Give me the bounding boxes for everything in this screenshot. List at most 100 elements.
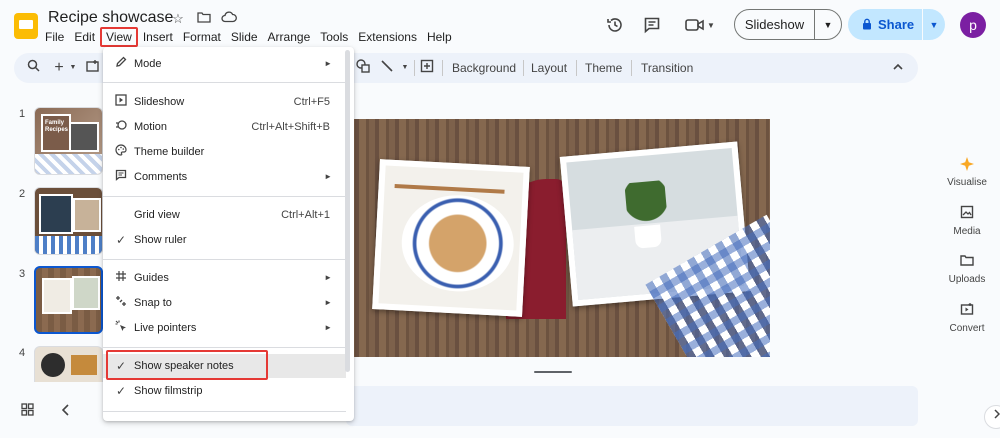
slideshow-button[interactable]: Slideshow ▼ [734,9,842,40]
document-title[interactable]: Recipe showcase [48,9,173,27]
layout-button[interactable]: Layout [531,60,567,76]
menu-item-guides[interactable]: Guides ► [103,266,346,290]
menu-slide[interactable]: Slide [226,29,263,45]
background-button[interactable]: Background [452,60,516,76]
grid-view-icon[interactable] [21,403,34,419]
hide-filmstrip-icon[interactable] [61,403,70,419]
menu-item-label: Comments [134,171,188,183]
side-panel-toggle-icon[interactable] [984,405,1000,429]
thumb-photo [72,276,100,310]
toolbar-divider [576,60,577,76]
theme-button[interactable]: Theme [585,60,622,76]
version-history-icon[interactable] [603,13,627,37]
menu-extensions[interactable]: Extensions [353,29,422,45]
menu-insert[interactable]: Insert [138,29,178,45]
menu-arrange[interactable]: Arrange [263,29,316,45]
menu-item-show-filmstrip[interactable]: ✓ Show filmstrip [103,379,346,403]
convert-button[interactable]: Convert [937,302,997,334]
menu-format[interactable]: Format [178,29,226,45]
comments-icon[interactable] [640,13,664,37]
check-icon: ✓ [115,233,127,247]
menu-item-shortcut: Ctrl+Alt+Shift+B [251,121,330,133]
menu-item-snap-to[interactable]: Snap to ► [103,291,346,315]
menu-item-label: Slideshow [134,96,185,108]
menu-item-grid-view[interactable]: Grid view Ctrl+Alt+1 [103,203,346,227]
food-photo[interactable] [372,159,530,317]
line-icon[interactable] [378,59,396,78]
move-folder-icon[interactable] [195,11,213,27]
menu-view[interactable]: View [100,27,138,47]
convert-label: Convert [949,323,985,334]
menu-item-label: Show filmstrip [134,385,203,397]
motion-icon [113,119,129,135]
menu-item-label: Guides [134,272,169,284]
menu-item-theme-builder[interactable]: Theme builder [103,140,346,164]
menu-item-shortcut: Ctrl+F5 [293,96,330,108]
menu-scrollbar[interactable] [345,50,350,372]
submenu-arrow-icon: ► [324,323,332,332]
slide-number-2: 2 [19,188,26,200]
media-icon [937,205,997,223]
toolbar-divider [414,60,415,76]
meet-camera-icon[interactable] [684,13,706,37]
media-button[interactable]: Media [937,205,997,237]
slides-app: Recipe showcase ☆ File Edit View Insert … [0,0,1000,438]
slides-logo[interactable] [14,13,38,39]
plate [399,192,517,295]
share-button-label[interactable]: Share [848,9,923,40]
menu-file[interactable]: File [40,29,69,45]
insert-comment-icon[interactable] [418,59,436,78]
slideshow-dropdown-icon[interactable]: ▼ [815,20,841,30]
menu-divider [103,347,346,348]
menu-tools[interactable]: Tools [315,29,353,45]
share-button[interactable]: Share ▼ [848,9,945,40]
menu-item-live-pointers[interactable]: Live pointers ► [103,316,346,340]
slide-thumbnail-3[interactable] [34,266,103,334]
notes-resize-handle[interactable] [534,371,572,373]
avatar[interactable]: p [960,12,986,38]
slide-thumbnail-2[interactable] [34,187,103,255]
undo-icon[interactable] [84,59,102,77]
sparkle-icon [937,156,997,174]
thumb-cloth [35,154,102,174]
thumb-photo [39,194,73,234]
media-label: Media [953,226,981,237]
menu-edit[interactable]: Edit [69,29,100,45]
slideshow-icon [113,94,129,110]
slide-number-4: 4 [19,347,26,359]
menu-item-slideshow[interactable]: Slideshow Ctrl+F5 [103,90,346,114]
speaker-notes-area[interactable] [346,386,918,426]
menu-divider [103,259,346,260]
menu-item-mode[interactable]: Mode ► [103,52,346,76]
slide-number-3: 3 [19,268,26,280]
snap-icon [113,295,129,311]
menu-item-show-ruler[interactable]: ✓ Show ruler [103,228,346,252]
share-dropdown-icon[interactable]: ▼ [923,20,945,30]
transition-button[interactable]: Transition [641,60,693,76]
new-slide-dropdown-icon[interactable]: ▼ [64,59,82,77]
submenu-arrow-icon: ► [324,172,332,181]
visualise-button[interactable]: Visualise [937,156,997,188]
menu-item-comments[interactable]: Comments ► [103,165,346,189]
meet-dropdown-icon[interactable]: ▼ [704,13,718,37]
shape-icon[interactable] [354,59,372,78]
highlight-annotation [106,350,268,380]
cloud-status-icon[interactable] [220,11,238,27]
line-dropdown-icon[interactable]: ▼ [396,59,414,77]
slide-thumbnail-1[interactable]: Family Recipes [34,107,103,175]
collapse-toolbar-icon[interactable] [889,59,907,77]
menu-help[interactable]: Help [422,29,457,45]
menu-item-shortcut: Ctrl+Alt+1 [281,209,330,221]
search-menus-icon[interactable] [24,59,42,77]
menu-item-motion[interactable]: Motion Ctrl+Alt+Shift+B [103,115,346,139]
slideshow-button-label[interactable]: Slideshow [735,10,815,39]
thumb-photo [71,355,97,375]
menu-item-label: Mode [134,58,162,70]
menu-item-label: Snap to [134,297,172,309]
uploads-button[interactable]: Uploads [937,253,997,285]
slide-canvas[interactable] [346,119,770,357]
star-icon[interactable]: ☆ [169,11,187,27]
uploads-label: Uploads [948,274,986,285]
slide-thumbnail-4[interactable] [34,346,103,382]
check-icon: ✓ [115,384,127,398]
